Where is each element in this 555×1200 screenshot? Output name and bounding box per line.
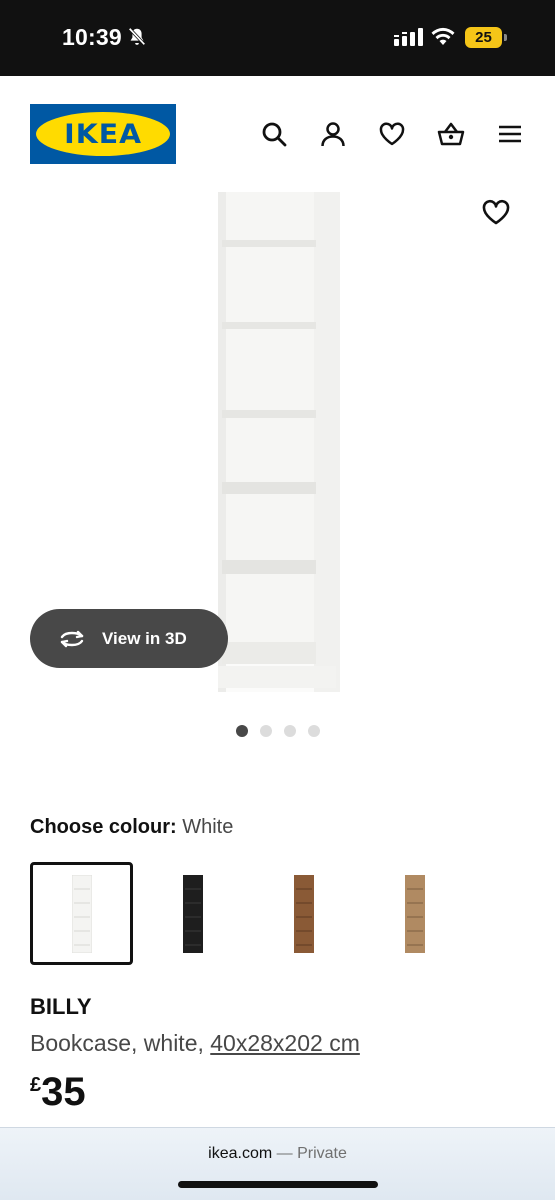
colour-option-white[interactable]: [30, 862, 133, 965]
product-price: £ 35: [30, 1070, 86, 1114]
battery-level: 25: [465, 27, 502, 48]
pagination-dot[interactable]: [308, 725, 320, 737]
url-domain: ikea.com: [208, 1145, 273, 1162]
rotate-3d-icon: [56, 628, 88, 650]
browser-address-bar[interactable]: ikea.com — Private: [0, 1127, 555, 1200]
wifi-icon: [430, 26, 456, 46]
pagination-dot[interactable]: [260, 725, 272, 737]
heart-icon[interactable]: [378, 120, 406, 148]
home-indicator[interactable]: [178, 1181, 378, 1188]
product-name: BILLY: [30, 994, 92, 1019]
product-image[interactable]: [218, 192, 340, 692]
product-description: Bookcase, white, 40x28x202 cm: [30, 1030, 360, 1057]
view-in-3d-button[interactable]: View in 3D: [30, 609, 228, 668]
private-mode-label: Private: [297, 1145, 347, 1162]
basket-icon[interactable]: [437, 120, 465, 148]
colour-option-black[interactable]: [141, 862, 244, 965]
logo-text: IKEA: [63, 118, 143, 150]
battery-icon: 25: [465, 27, 507, 48]
bookcase-thumbnail-brown: [293, 874, 314, 953]
signal-icon: [394, 28, 424, 46]
pagination-dot[interactable]: [236, 725, 248, 737]
colour-chooser-label: Choose colour: White: [30, 816, 233, 839]
image-pagination: [236, 725, 320, 737]
search-icon[interactable]: [260, 120, 288, 148]
ikea-logo[interactable]: IKEA: [30, 104, 176, 164]
status-bar: 10:39 25: [0, 0, 555, 76]
menu-icon[interactable]: [496, 120, 524, 148]
url-display[interactable]: ikea.com — Private: [0, 1145, 555, 1163]
product-type: Bookcase, white,: [30, 1030, 211, 1056]
colour-swatches: [30, 862, 466, 965]
bookcase-thumbnail-black: [182, 874, 203, 953]
colour-option-brown[interactable]: [252, 862, 355, 965]
price-value: 35: [41, 1070, 86, 1114]
bookcase-thumbnail-white: [71, 874, 92, 953]
choose-colour-label: Choose colour:: [30, 816, 183, 838]
selected-colour: White: [182, 816, 234, 838]
view-in-3d-label: View in 3D: [102, 628, 187, 648]
bookcase-thumbnail-oak: [404, 874, 425, 953]
price-currency: £: [30, 1074, 42, 1096]
bell-muted-icon: [126, 26, 148, 48]
colour-option-oak[interactable]: [363, 862, 466, 965]
url-separator: —: [272, 1145, 298, 1162]
site-header: IKEA: [0, 76, 555, 186]
account-icon[interactable]: [319, 120, 347, 148]
product-size-link[interactable]: 40x28x202 cm: [210, 1030, 360, 1056]
add-to-favourites-icon[interactable]: [481, 198, 511, 226]
status-time: 10:39: [62, 24, 122, 50]
pagination-dot[interactable]: [284, 725, 296, 737]
